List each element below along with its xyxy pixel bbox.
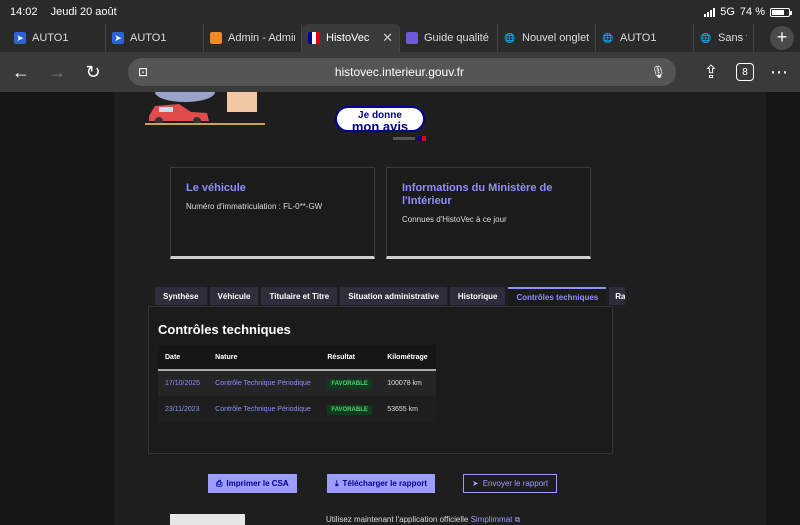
battery-icon <box>770 7 792 17</box>
col-nature: Nature <box>208 345 321 371</box>
tab-synthese[interactable]: Synthèse <box>155 287 207 305</box>
status-badge: FAVORABLE <box>327 379 372 389</box>
tab-titulaire[interactable]: Titulaire et Titre <box>261 287 338 305</box>
new-tab-button[interactable]: + <box>770 26 794 50</box>
web-viewport: Je donne mon avis Le véhicule Numéro d'i… <box>0 92 800 525</box>
send-icon: ➤ <box>472 479 479 488</box>
vehicle-card-title: Le véhicule <box>186 182 246 194</box>
simplimmat-link[interactable]: Simplimmat <box>471 515 513 524</box>
report-tabs: Synthèse Véhicule Titulaire et Titre Sit… <box>155 287 626 306</box>
share-icon[interactable]: ⇪ <box>700 61 722 83</box>
vehicle-card: Le véhicule Numéro d'immatriculation : F… <box>170 167 375 259</box>
url-text: histovec.interieur.gouv.fr <box>334 65 464 79</box>
ministry-card: Informations du Ministère de l'Intérieur… <box>386 167 591 259</box>
car-illustration <box>145 92 265 125</box>
lens-icon[interactable]: ⊡ <box>138 65 148 79</box>
panel-title: Contrôles techniques <box>158 322 291 337</box>
browser-tab-7[interactable]: 🌐 AUTO1 <box>596 24 694 52</box>
external-link-icon: ⧉ <box>514 515 521 524</box>
app-thumbnail <box>170 514 245 525</box>
printer-icon: ⎙ <box>216 478 223 488</box>
status-badge: FAVORABLE <box>327 404 372 415</box>
auto1-icon: ➤ <box>112 32 124 44</box>
ministry-card-text: Connues d'HistoVec à ce jour <box>402 215 507 224</box>
print-csa-button[interactable]: ⎙ Imprimer le CSA <box>208 474 297 493</box>
address-bar[interactable]: ⊡ histovec.interieur.gouv.fr 🎙 <box>128 58 676 86</box>
status-date: Jeudi 20 août <box>50 6 117 18</box>
controles-table: Date Nature Résultat Kilométrage 17/10/2… <box>158 345 436 422</box>
admin-icon <box>210 32 222 44</box>
browser-tab-2[interactable]: ➤ AUTO1 <box>106 24 204 52</box>
globe-icon: 🌐 <box>504 32 516 43</box>
status-bar: 14:02 Jeudi 20 août 5G 74 % <box>0 0 800 24</box>
tab-controles-techniques[interactable]: Contrôles techniques <box>508 287 607 306</box>
globe-icon: 🌐 <box>602 32 614 43</box>
status-time: 14:02 <box>10 6 38 18</box>
microphone-icon[interactable]: 🎙 <box>651 65 666 79</box>
tab-rapport[interactable]: Rap <box>609 287 626 305</box>
tab-situation[interactable]: Situation administrative <box>340 287 447 305</box>
more-menu-icon[interactable]: ⋯ <box>768 61 790 83</box>
browser-tab-bar: ➤ AUTO1 ➤ AUTO1 Admin - Admin HistoVec ✕… <box>0 24 800 52</box>
signal-icon <box>704 7 716 17</box>
reload-icon[interactable]: ↻ <box>82 61 104 83</box>
battery-percent: 74 % <box>739 6 765 18</box>
controles-panel: Contrôles techniques Date Nature Résulta… <box>148 306 613 454</box>
browser-toolbar: ← → ↻ ⊡ histovec.interieur.gouv.fr 🎙 ⇪ 8… <box>0 52 800 92</box>
network-label: 5G <box>720 6 735 18</box>
registration-number: Numéro d'immatriculation : FL-0**-GW <box>186 202 323 211</box>
scrollbar[interactable] <box>788 92 792 525</box>
je-donne-mon-avis-button[interactable]: Je donne mon avis <box>335 106 425 133</box>
tab-historique[interactable]: Historique <box>449 287 506 305</box>
simplimmat-promo: Utilisez maintenant l'application offici… <box>326 515 521 524</box>
col-resultat: Résultat <box>320 345 381 371</box>
close-tab-icon[interactable]: ✕ <box>382 30 393 46</box>
back-arrow-icon[interactable]: ← <box>10 61 32 83</box>
tab-count-button[interactable]: 8 <box>736 63 754 81</box>
ministry-card-title: Informations du Ministère de l'Intérieur <box>402 182 553 207</box>
histovec-page: Je donne mon avis Le véhicule Numéro d'i… <box>115 92 766 525</box>
download-icon: ⤓ <box>335 478 339 488</box>
browser-tab-1[interactable]: ➤ AUTO1 <box>8 24 106 52</box>
browser-tab-3[interactable]: Admin - Admin <box>204 24 302 52</box>
browser-tab-4[interactable]: HistoVec ✕ <box>302 24 400 52</box>
guide-icon <box>406 32 418 44</box>
send-report-button[interactable]: ➤ Envoyer le rapport <box>463 474 558 493</box>
browser-tab-5[interactable]: Guide qualité <box>400 24 498 52</box>
forward-arrow-icon[interactable]: → <box>46 61 68 83</box>
marianne-icon <box>308 32 320 44</box>
tab-vehicule[interactable]: Véhicule <box>209 287 259 305</box>
download-report-button[interactable]: ⤓ Télécharger le rapport <box>327 474 436 493</box>
globe-icon: 🌐 <box>700 32 712 43</box>
browser-tab-6[interactable]: 🌐 Nouvel onglet <box>498 24 596 52</box>
table-row: 23/11/2023 Contrôle Technique Périodique… <box>158 396 436 422</box>
col-date: Date <box>158 345 209 371</box>
table-row: 17/10/2025 Contrôle Technique Périodique… <box>158 370 436 396</box>
col-kilometrage: Kilométrage <box>380 345 436 371</box>
services-publics-logo <box>393 136 426 141</box>
browser-tab-8[interactable]: 🌐 Sans t <box>694 24 754 52</box>
auto1-icon: ➤ <box>14 32 26 44</box>
